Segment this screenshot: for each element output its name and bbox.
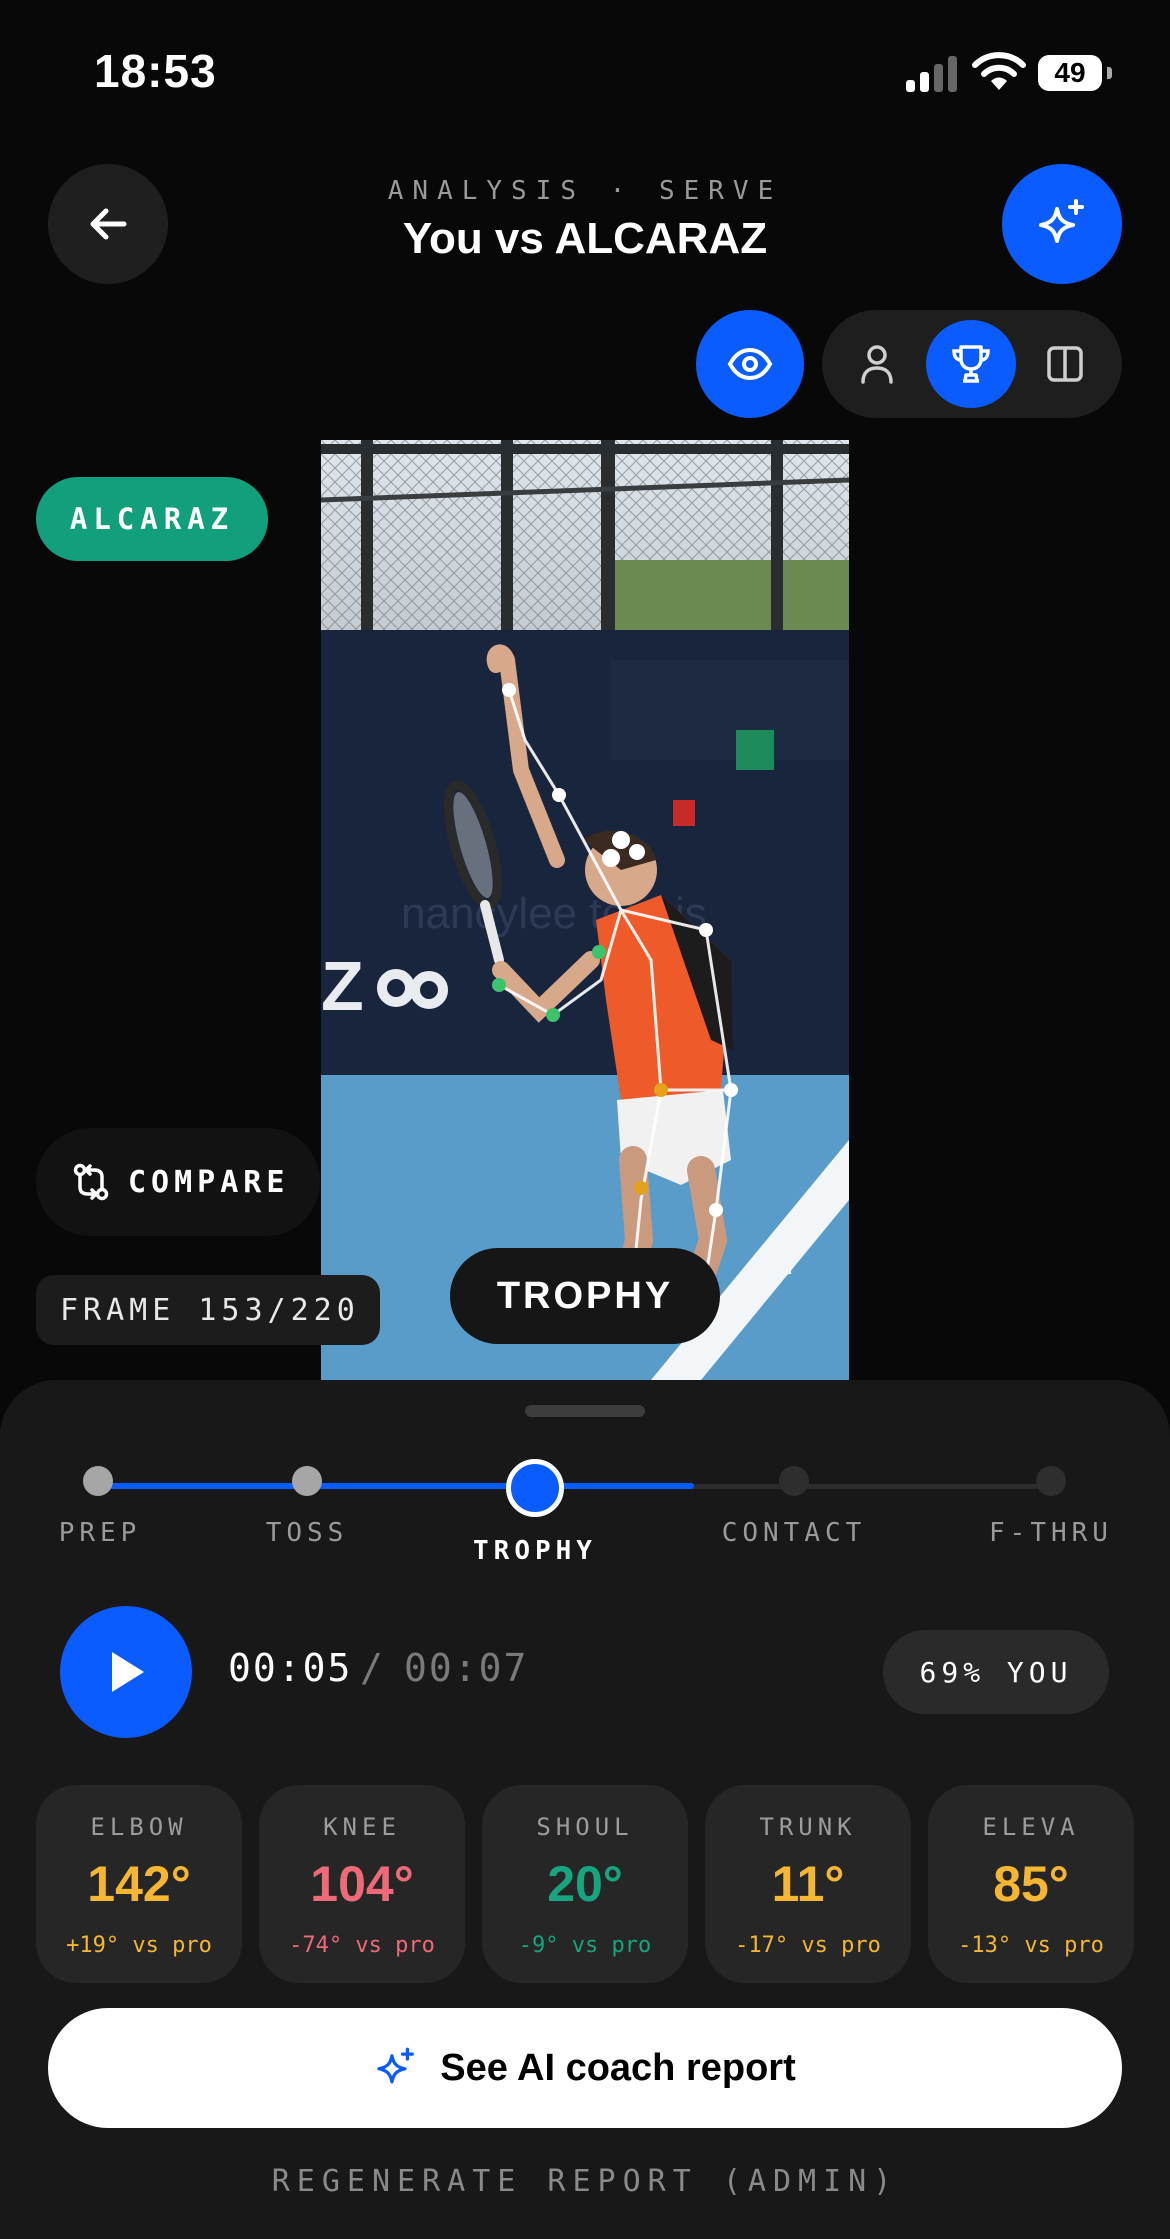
play-icon bbox=[112, 1652, 144, 1692]
status-time: 18:53 bbox=[94, 45, 217, 97]
page-title: You vs ALCARAZ bbox=[402, 214, 768, 263]
metric-value: 85° bbox=[993, 1856, 1069, 1912]
screen: 18:53 49 ANALYSIS · SERVE You vs ALCARAZ bbox=[0, 0, 1170, 2239]
metric-value: 20° bbox=[547, 1856, 623, 1912]
metric-label: TRUNK bbox=[759, 1813, 857, 1841]
metric-card-knee[interactable]: KNEE 104° -74° vs pro bbox=[259, 1785, 465, 1983]
metric-value: 11° bbox=[771, 1856, 845, 1912]
frame-counter: FRAME 153/220 bbox=[36, 1275, 380, 1345]
metric-card-trunk[interactable]: TRUNK 11° -17° vs pro bbox=[705, 1785, 911, 1983]
wifi-icon bbox=[972, 50, 1026, 92]
swap-icon bbox=[73, 1163, 109, 1201]
metric-value: 142° bbox=[87, 1856, 191, 1912]
eye-icon bbox=[727, 347, 773, 381]
ai-coach-report-label: See AI coach report bbox=[440, 2046, 796, 2089]
metric-label: ELEVA bbox=[982, 1813, 1080, 1841]
sparkles-icon bbox=[377, 2047, 415, 2084]
metric-card-shoulder[interactable]: SHOUL 20° -9° vs pro bbox=[482, 1785, 688, 1983]
compare-button-label: COMPARE bbox=[128, 1164, 290, 1200]
match-score-badge[interactable]: 69% YOU bbox=[883, 1630, 1109, 1714]
ai-coach-button[interactable] bbox=[1002, 164, 1122, 284]
arrow-left-icon bbox=[90, 208, 127, 240]
phase-dot-follow-through[interactable] bbox=[1036, 1466, 1066, 1496]
phase-dot-trophy[interactable] bbox=[506, 1459, 564, 1517]
regenerate-report-link[interactable]: REGENERATE REPORT (ADMIN) bbox=[0, 2164, 1170, 2199]
battery-indicator: 49 bbox=[1038, 55, 1112, 91]
phase-dot-contact[interactable] bbox=[779, 1466, 809, 1496]
phase-label-prep[interactable]: PREP bbox=[0, 1518, 200, 1548]
metric-delta: -9° vs pro bbox=[518, 1933, 652, 1958]
phase-dot-prep[interactable] bbox=[83, 1466, 113, 1496]
ai-coach-report-button[interactable]: See AI coach report bbox=[48, 2008, 1122, 2128]
metric-label: KNEE bbox=[323, 1813, 401, 1841]
battery-level: 49 bbox=[1038, 55, 1102, 91]
cellular-signal-icon bbox=[906, 56, 958, 92]
playback-time-separator: / bbox=[360, 1646, 383, 1690]
back-button[interactable] bbox=[48, 164, 168, 284]
metric-card-elevation[interactable]: ELEVA 85° -13° vs pro bbox=[928, 1785, 1134, 1983]
person-icon bbox=[861, 345, 893, 384]
phase-label-follow-through[interactable]: F-THRU bbox=[951, 1518, 1151, 1548]
sparkles-icon bbox=[1039, 199, 1084, 243]
compare-button[interactable]: COMPARE bbox=[36, 1128, 320, 1236]
phase-label-contact[interactable]: CONTACT bbox=[694, 1518, 894, 1548]
play-button[interactable] bbox=[60, 1606, 192, 1738]
phase-dot-toss[interactable] bbox=[292, 1466, 322, 1496]
metric-delta: -13° vs pro bbox=[958, 1933, 1104, 1958]
metric-delta: -17° vs pro bbox=[735, 1933, 881, 1958]
split-view-icon bbox=[1047, 346, 1083, 382]
overlay-toggle-button[interactable] bbox=[696, 310, 804, 418]
metric-label: SHOUL bbox=[536, 1813, 634, 1841]
view-mode-split[interactable] bbox=[1020, 320, 1110, 408]
playback-current-time: 00:05 bbox=[228, 1646, 353, 1690]
current-phase-pill: TROPHY bbox=[450, 1248, 720, 1344]
metric-delta: -74° vs pro bbox=[289, 1933, 435, 1958]
svg-text:Z: Z bbox=[321, 947, 364, 1025]
sheet-drag-handle[interactable] bbox=[525, 1405, 645, 1417]
phase-label-toss[interactable]: TOSS bbox=[207, 1518, 407, 1548]
metric-delta: +19° vs pro bbox=[66, 1933, 212, 1958]
phase-timeline-progress bbox=[98, 1483, 694, 1489]
phase-label-trophy[interactable]: TROPHY bbox=[435, 1536, 635, 1566]
view-mode-pro[interactable] bbox=[926, 320, 1016, 408]
trophy-icon bbox=[952, 345, 990, 383]
playback-total-time: 00:07 bbox=[404, 1646, 529, 1690]
serve-video-image: nancylee tennis Z bbox=[321, 440, 849, 1380]
pro-player-badge: ALCARAZ bbox=[36, 477, 268, 561]
view-mode-you[interactable] bbox=[832, 320, 922, 408]
view-mode-segmented-control bbox=[822, 310, 1122, 418]
metric-value: 104° bbox=[310, 1856, 414, 1912]
metric-label: ELBOW bbox=[90, 1813, 188, 1841]
video-frame[interactable]: nancylee tennis Z bbox=[321, 440, 849, 1380]
header-kicker: ANALYSIS · SERVE bbox=[387, 176, 783, 206]
metric-card-elbow[interactable]: ELBOW 142° +19° vs pro bbox=[36, 1785, 242, 1983]
